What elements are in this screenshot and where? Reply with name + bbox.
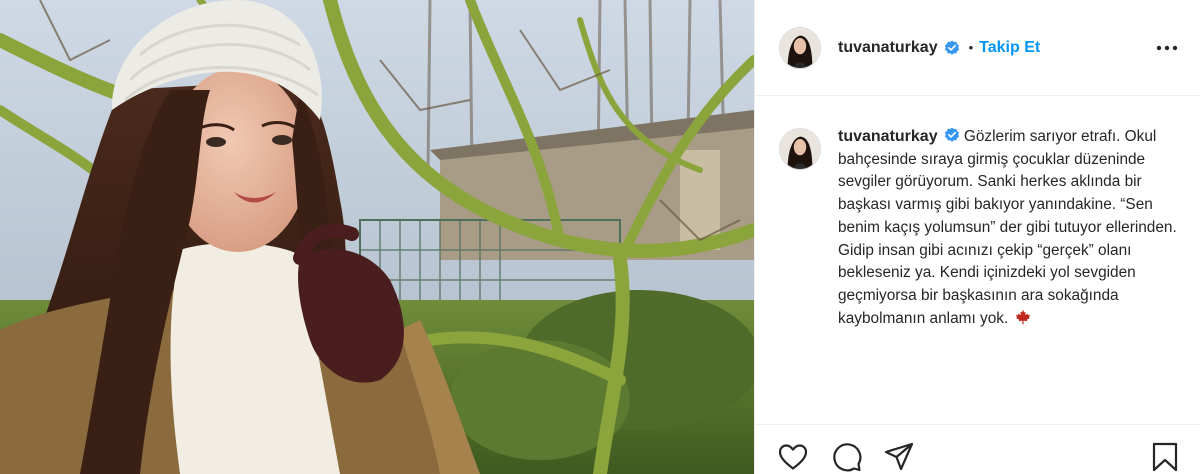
caption-body: tuvanaturkay Gözlerim sarıyor etrafı. Ok… [838, 126, 1178, 330]
like-button[interactable] [777, 441, 809, 473]
caption-text: Gözlerim sarıyor etrafı. Okul bahçesinde… [838, 128, 1177, 327]
share-button[interactable] [883, 441, 915, 473]
post-side-panel: tuvanaturkay • Takip Et tuvanaturkay Göz… [754, 0, 1200, 474]
share-icon [884, 442, 914, 471]
author-avatar[interactable] [779, 26, 821, 69]
post-caption: tuvanaturkay Gözlerim sarıyor etrafı. Ok… [779, 126, 1179, 330]
verified-badge-icon [944, 127, 959, 142]
post-actions [755, 424, 1200, 474]
comment-icon [833, 443, 862, 472]
post-photo[interactable] [0, 0, 754, 474]
comment-button[interactable] [831, 441, 863, 473]
verified-badge-icon [944, 40, 959, 55]
photo-illustration [0, 0, 754, 474]
more-options-icon[interactable] [1155, 38, 1179, 58]
bookmark-icon [1152, 442, 1178, 472]
caption-avatar[interactable] [779, 128, 821, 170]
save-button[interactable] [1149, 441, 1181, 473]
follow-button[interactable]: Takip Et [979, 39, 1040, 57]
heart-icon [778, 444, 808, 470]
instagram-post: tuvanaturkay • Takip Et tuvanaturkay Göz… [0, 0, 1200, 474]
separator-dot: • [968, 40, 974, 55]
maple-leaf-icon [1015, 309, 1030, 324]
author-username[interactable]: tuvanaturkay [838, 39, 938, 57]
caption-username[interactable]: tuvanaturkay [838, 128, 938, 145]
post-header: tuvanaturkay • Takip Et [755, 0, 1200, 96]
